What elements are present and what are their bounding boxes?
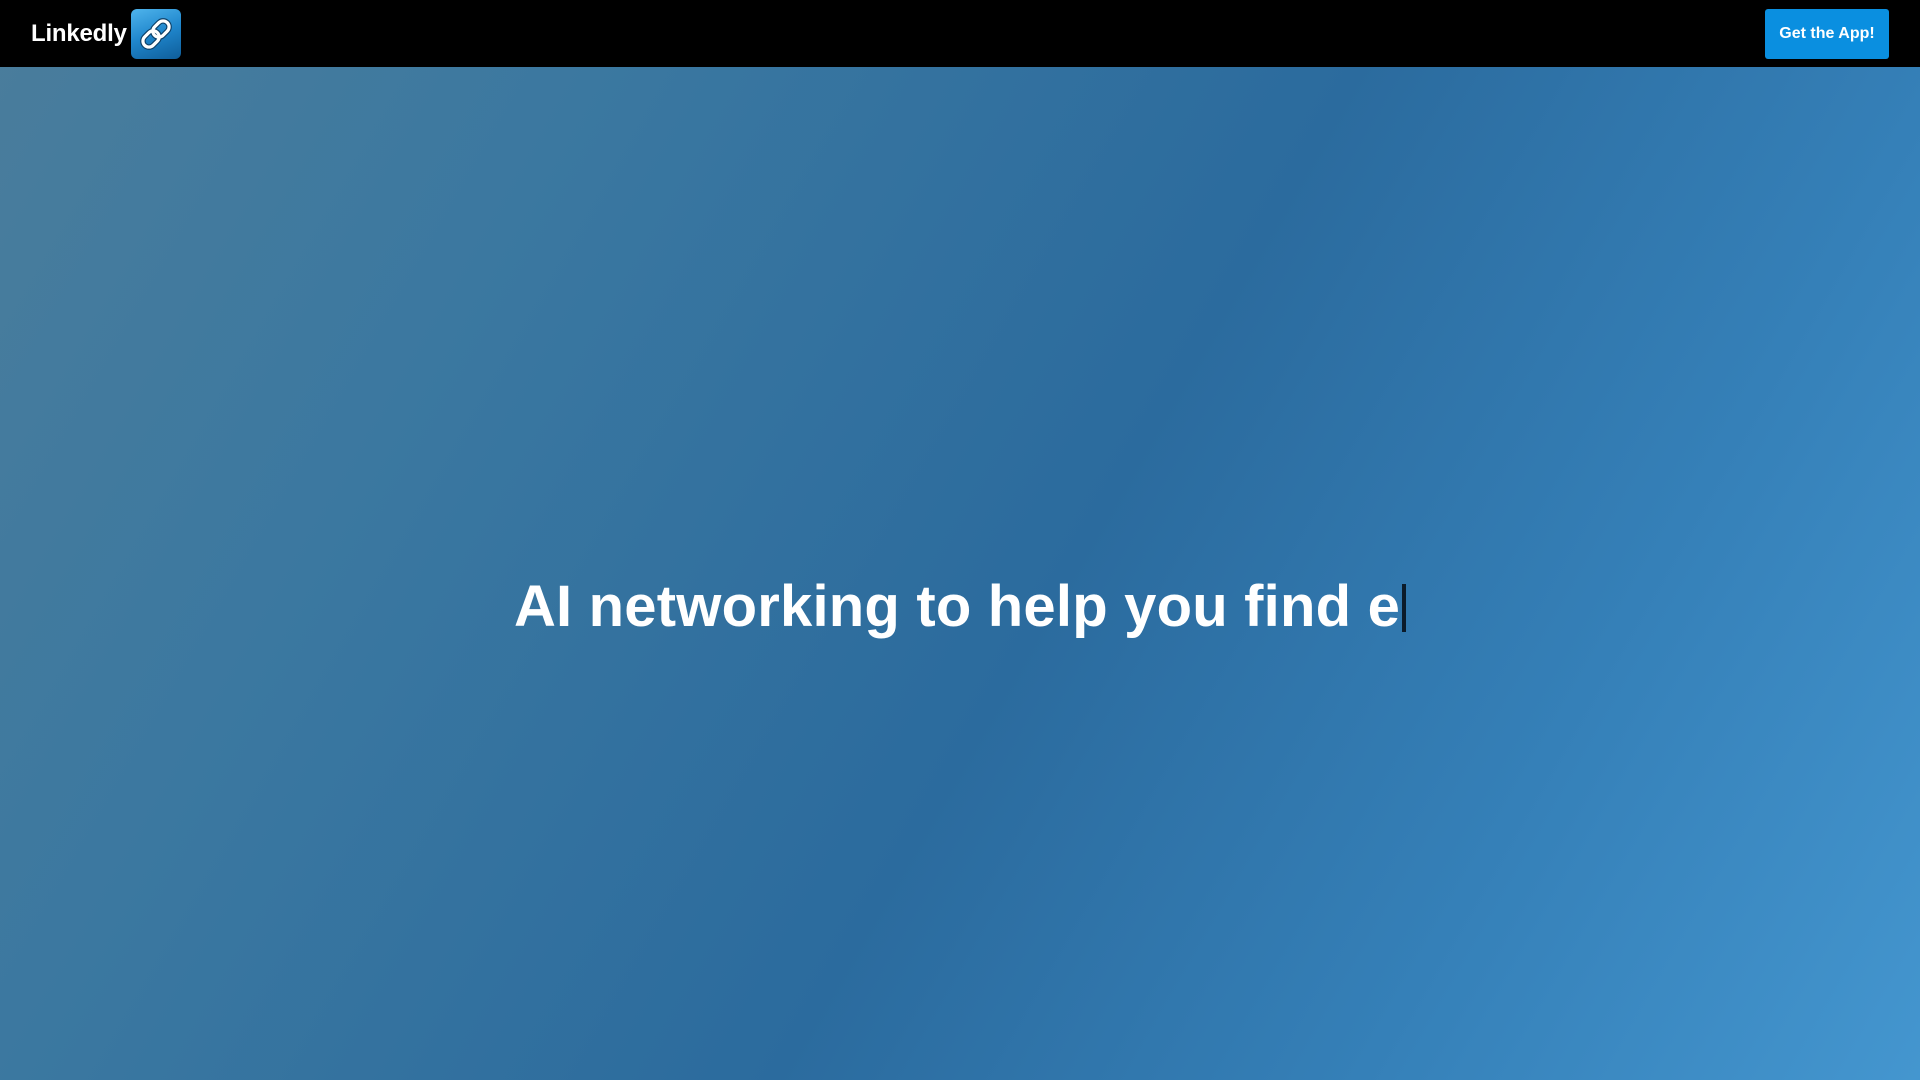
chain-link-icon bbox=[130, 9, 181, 59]
get-the-app-button[interactable]: Get the App! bbox=[1765, 9, 1889, 59]
hero-headline: AI networking to help you find e bbox=[513, 574, 1401, 639]
hero-headline-container: AI networking to help you find e bbox=[0, 567, 1920, 662]
brand-name: Linkedly bbox=[31, 20, 127, 47]
hero-section: AI networking to help you find e bbox=[0, 67, 1920, 1080]
typing-caret bbox=[1402, 584, 1407, 632]
brand-home-link[interactable]: Linkedly bbox=[31, 9, 181, 59]
top-navigation-bar: Linkedly Get the App! bbox=[0, 0, 1920, 67]
